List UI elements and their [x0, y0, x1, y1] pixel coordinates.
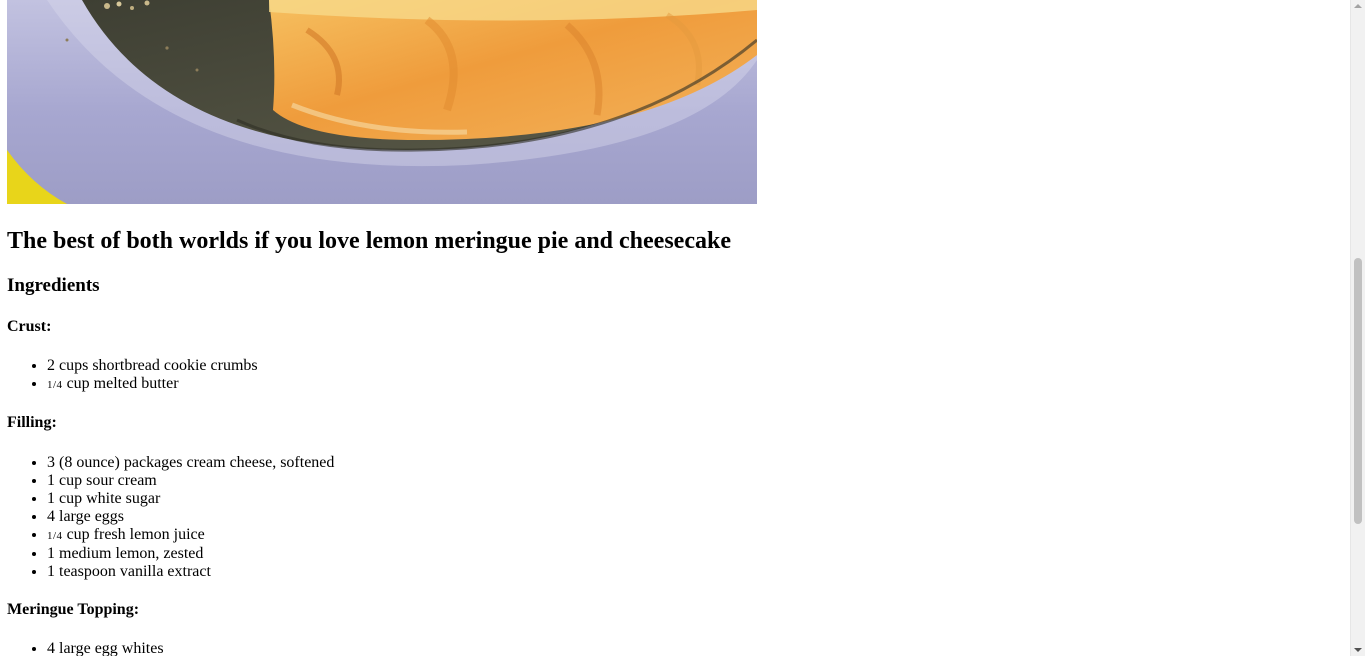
ingredient-qty: 1/4: [47, 379, 63, 391]
crust-heading: Crust:: [7, 318, 52, 335]
ingredient-text: cup white sugar: [59, 490, 161, 507]
cheesecake-photo: [7, 0, 757, 204]
ingredient-text: large egg whites: [59, 640, 164, 656]
ingredient-item: 1 cup sour cream: [47, 472, 334, 490]
ingredient-item: 3 (8 ounce) packages cream cheese, softe…: [47, 454, 334, 472]
page-content: The best of both worlds if you love lemo…: [0, 0, 1350, 656]
ingredient-text: medium lemon, zested: [59, 545, 204, 562]
ingredient-qty: 4: [47, 640, 55, 656]
meringue-ingredient-list: 4 large egg whites: [7, 640, 164, 656]
ingredient-text: cup fresh lemon juice: [66, 526, 205, 543]
ingredient-item: 4 large egg whites: [47, 640, 164, 656]
scroll-up-arrow-icon[interactable]: [1354, 4, 1362, 8]
ingredients-heading: Ingredients: [7, 275, 100, 296]
cheesecake-photo-art: [7, 0, 757, 204]
ingredient-qty: 2: [47, 357, 55, 374]
scrollbar-thumb[interactable]: [1354, 258, 1362, 524]
vertical-scrollbar[interactable]: [1350, 0, 1365, 656]
ingredient-text: (8 ounce) packages cream cheese, softene…: [59, 454, 335, 471]
filling-ingredient-list: 3 (8 ounce) packages cream cheese, softe…: [7, 454, 334, 581]
ingredient-text: cups shortbread cookie crumbs: [59, 357, 258, 374]
ingredient-item: 2 cups shortbread cookie crumbs: [47, 357, 258, 375]
filling-heading: Filling:: [7, 414, 57, 431]
meringue-topping-heading: Meringue Topping:: [7, 601, 140, 618]
scroll-down-arrow-icon[interactable]: [1354, 648, 1362, 652]
ingredient-qty: 4: [47, 508, 55, 525]
ingredient-item: 1/4 cup fresh lemon juice: [47, 526, 334, 545]
ingredient-text: large eggs: [59, 508, 125, 525]
ingredient-qty: 1: [47, 472, 55, 489]
ingredient-item: 4 large eggs: [47, 508, 334, 526]
ingredient-text: teaspoon vanilla extract: [59, 563, 211, 580]
crust-ingredient-list: 2 cups shortbread cookie crumbs 1/4 cup …: [7, 357, 258, 394]
ingredient-qty: 1: [47, 490, 55, 507]
ingredient-qty: 1: [47, 563, 55, 580]
ingredient-text: cup sour cream: [59, 472, 157, 489]
ingredient-item: 1 teaspoon vanilla extract: [47, 563, 334, 581]
ingredient-qty: 3: [47, 454, 55, 471]
ingredient-item: 1 medium lemon, zested: [47, 545, 334, 563]
ingredient-qty: 1/4: [47, 530, 63, 542]
article-title: The best of both worlds if you love lemo…: [7, 228, 731, 254]
ingredient-item: 1 cup white sugar: [47, 490, 334, 508]
ingredient-item: 1/4 cup melted butter: [47, 375, 258, 394]
ingredient-text: cup melted butter: [66, 375, 179, 392]
ingredient-qty: 1: [47, 545, 55, 562]
